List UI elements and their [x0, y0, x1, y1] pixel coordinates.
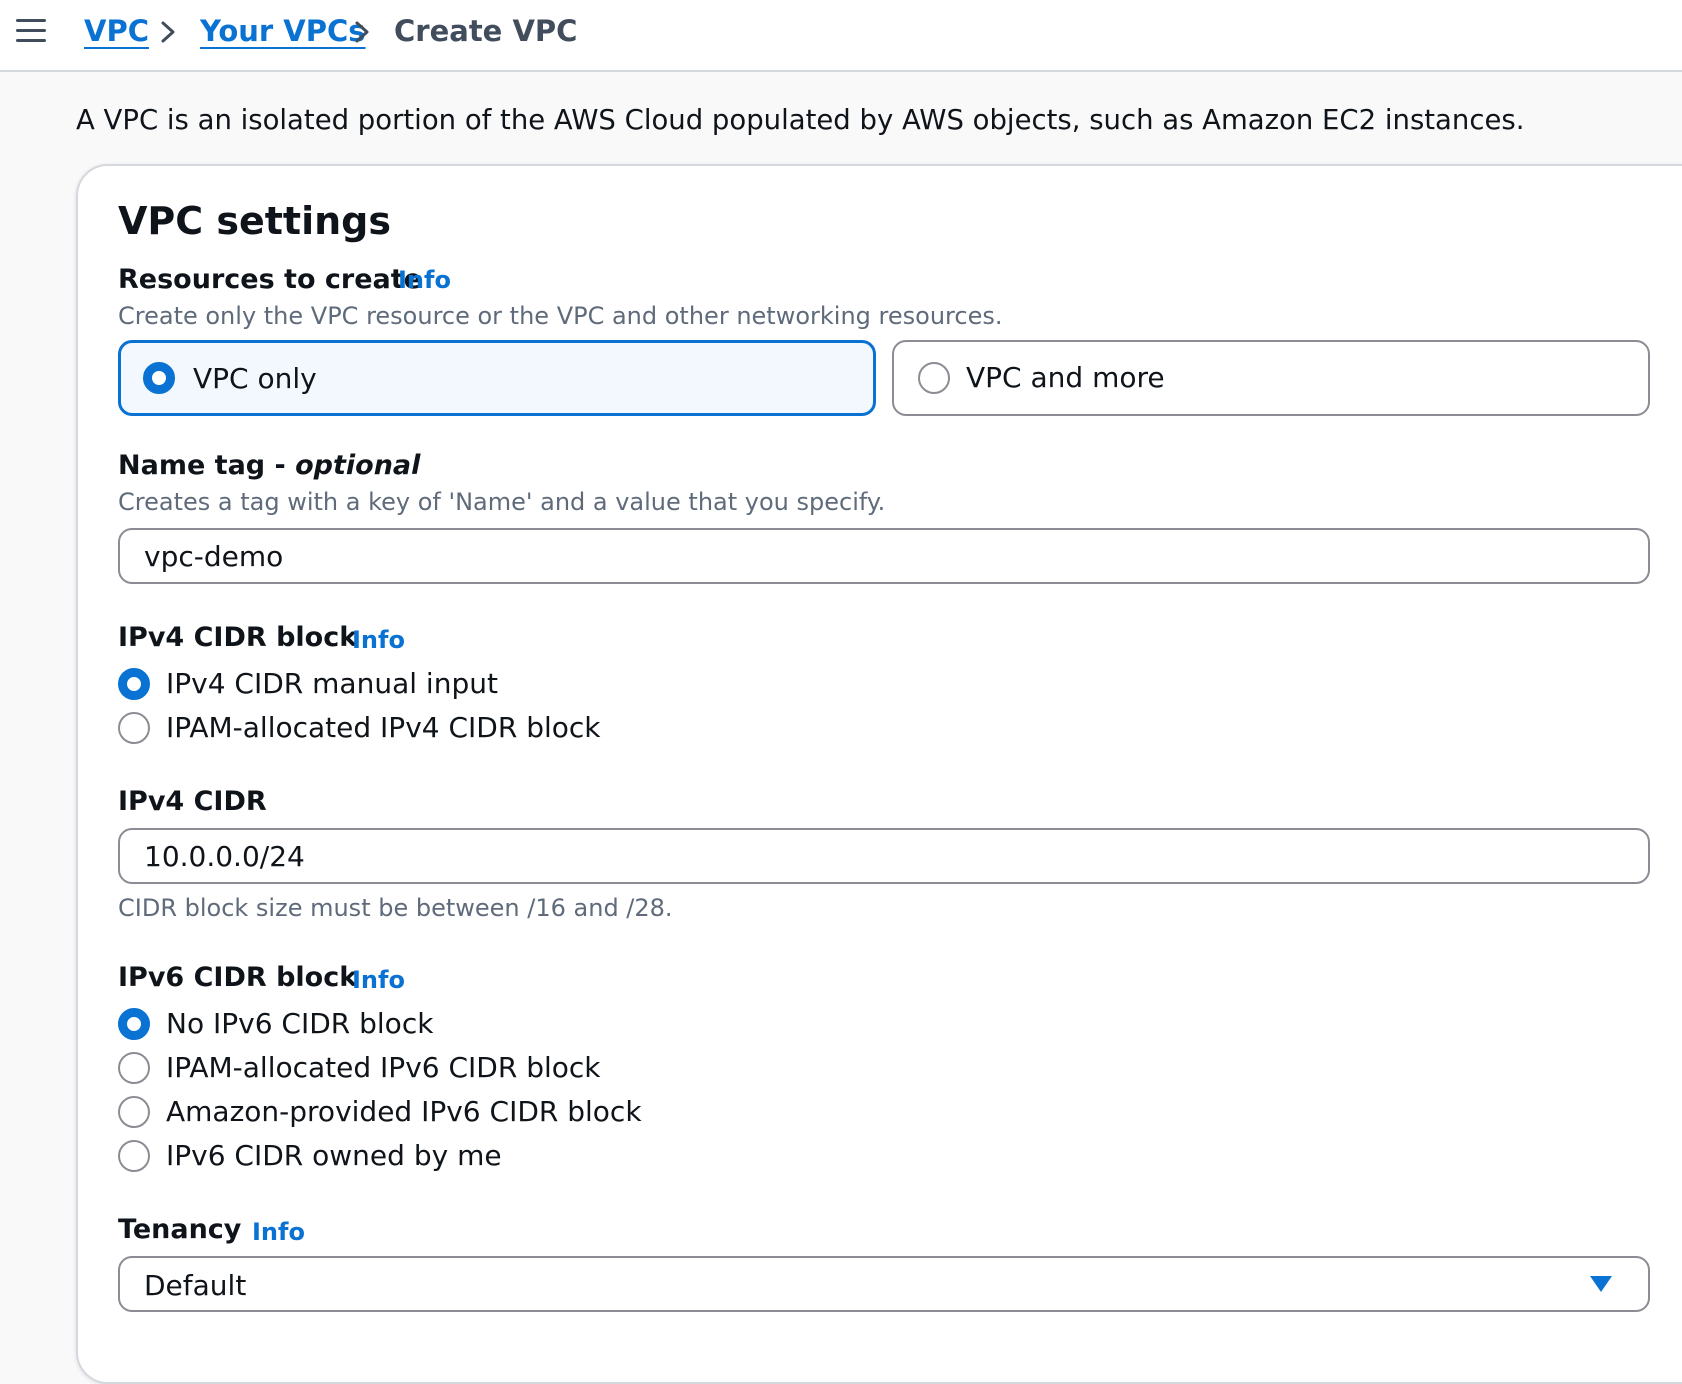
- vpc-only-radio[interactable]: [143, 362, 175, 394]
- tenancy-select[interactable]: Default: [118, 1256, 1650, 1312]
- vpc-and-more-label: VPC and more: [966, 361, 1165, 394]
- ipv6-cidr-block-label: IPv6 CIDR block: [118, 962, 358, 993]
- page-description: A VPC is an isolated portion of the AWS …: [76, 104, 1525, 136]
- vpc-and-more-tile[interactable]: VPC and more: [892, 340, 1650, 416]
- ipam-ipv6-label[interactable]: IPAM-allocated IPv6 CIDR block: [166, 1050, 601, 1086]
- tenancy-label: Tenancy: [118, 1214, 242, 1245]
- amazon-ipv6-label[interactable]: Amazon-provided IPv6 CIDR block: [166, 1094, 642, 1130]
- name-tag-optional: optional: [295, 450, 421, 481]
- caret-down-icon: [1590, 1276, 1612, 1292]
- vpc-settings-container: VPC settings Resources to create Info Cr…: [76, 164, 1682, 1384]
- ipv4-cidr-block-label: IPv4 CIDR block: [118, 622, 358, 653]
- tenancy-info-link[interactable]: Info: [252, 1214, 305, 1250]
- no-ipv6-label[interactable]: No IPv6 CIDR block: [166, 1006, 433, 1042]
- section-title: VPC settings: [118, 199, 391, 243]
- name-tag-description: Creates a tag with a key of 'Name' and a…: [118, 488, 886, 516]
- top-navigation-bar: VPC Your VPCs Create VPC: [0, 0, 1682, 72]
- ipv6-cidr-block-info-link[interactable]: Info: [352, 962, 405, 998]
- ipam-ipv4-label[interactable]: IPAM-allocated IPv4 CIDR block: [166, 710, 601, 746]
- ipv4-cidr-hint: CIDR block size must be between /16 and …: [118, 894, 673, 922]
- vpc-only-label: VPC only: [193, 362, 317, 395]
- breadcrumb-current-page: Create VPC: [394, 14, 578, 48]
- name-tag-label-text: Name tag -: [118, 450, 296, 481]
- menu-icon[interactable]: [16, 19, 46, 45]
- vpc-only-tile[interactable]: VPC only: [118, 340, 876, 416]
- ipv4-cidr-input[interactable]: [118, 828, 1650, 884]
- breadcrumb-vpc-link[interactable]: VPC: [84, 12, 149, 50]
- ipv4-cidr-label: IPv4 CIDR: [118, 786, 267, 817]
- name-tag-input[interactable]: [118, 528, 1650, 584]
- amazon-ipv6-radio[interactable]: [118, 1096, 150, 1128]
- vpc-and-more-radio[interactable]: [918, 362, 950, 394]
- ipam-ipv6-radio[interactable]: [118, 1052, 150, 1084]
- ipv4-manual-input-radio[interactable]: [118, 668, 150, 700]
- name-tag-label: Name tag - optional: [118, 448, 420, 484]
- breadcrumb-your-vpcs-link[interactable]: Your VPCs: [200, 12, 366, 50]
- owned-ipv6-label[interactable]: IPv6 CIDR owned by me: [166, 1138, 502, 1174]
- chevron-right-icon: [161, 21, 175, 43]
- no-ipv6-radio[interactable]: [118, 1008, 150, 1040]
- resources-description: Create only the VPC resource or the VPC …: [118, 302, 1003, 330]
- ipv4-cidr-block-info-link[interactable]: Info: [352, 622, 405, 658]
- ipv4-manual-input-label[interactable]: IPv4 CIDR manual input: [166, 666, 498, 702]
- owned-ipv6-radio[interactable]: [118, 1140, 150, 1172]
- resources-info-link[interactable]: Info: [398, 262, 451, 298]
- chevron-right-icon: [355, 21, 369, 43]
- resources-label: Resources to create: [118, 264, 422, 295]
- tenancy-selected-value: Default: [144, 1269, 247, 1302]
- ipam-ipv4-radio[interactable]: [118, 712, 150, 744]
